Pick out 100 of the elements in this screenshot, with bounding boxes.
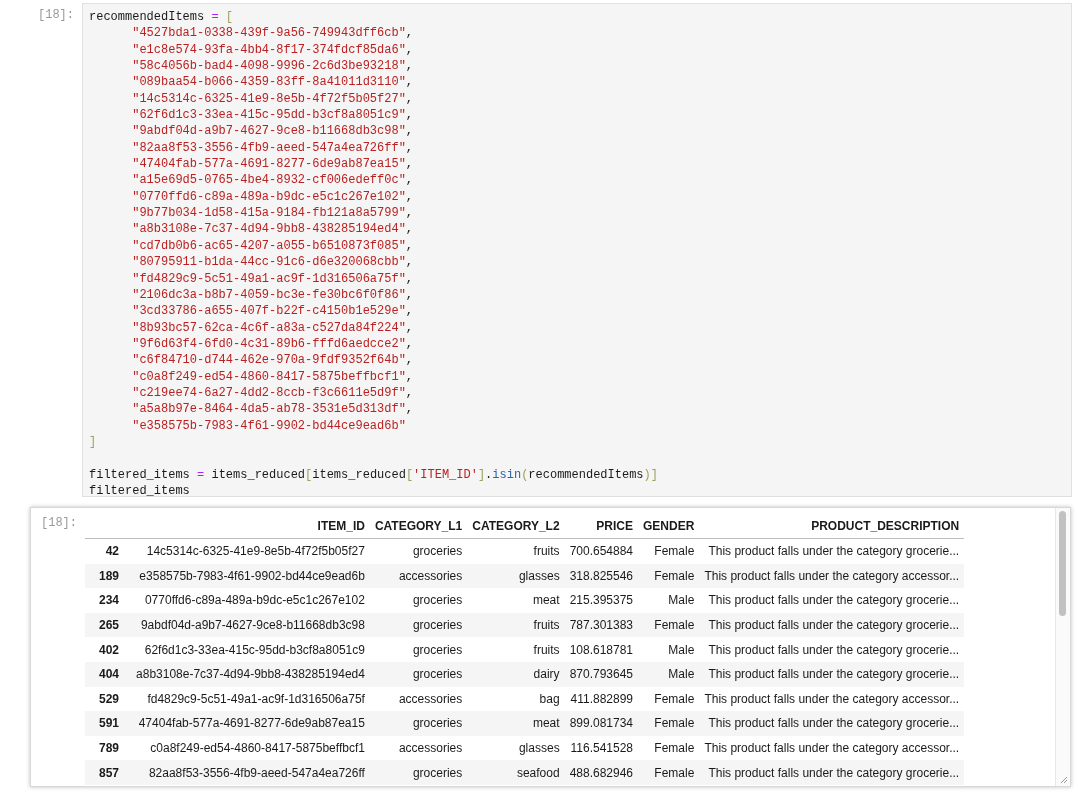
table-cell: 700.654884 <box>564 538 639 564</box>
table-cell: groceries <box>369 711 468 736</box>
table-cell: Female <box>638 760 700 785</box>
column-header: PRICE <box>564 513 639 539</box>
code-line: "9b77b034-1d58-415a-9184-fb121a8a5799", <box>131 205 414 222</box>
table-cell: glasses <box>467 735 565 761</box>
table-cell: 787.301383 <box>564 612 639 638</box>
table-cell: This product falls under the category accessor... <box>699 563 965 589</box>
table-cell: 870.793645 <box>564 661 639 687</box>
code-line: "fd4829c9-5c51-49a1-ac9f-1d316506a75f", <box>131 270 414 287</box>
code-line: filtered_items = items_reduced[items_reduced['ITEM_ID'].isin(recommendedItems)] <box>89 466 658 483</box>
code-line: "a15e69d5-0765-4be4-8932-cf006edeff0c", <box>131 172 414 189</box>
table-cell: dairy <box>467 661 565 687</box>
code-line: filtered_items <box>89 482 190 500</box>
table-cell: 116.541528 <box>564 735 639 761</box>
row-index: 789 <box>85 735 132 761</box>
row-index: 189 <box>85 563 132 589</box>
row-index: 265 <box>85 612 132 638</box>
table-cell: 82aa8f53-3556-4fb9-aeed-547a4ea726ff <box>131 760 370 785</box>
table-cell: This product falls under the category accessor... <box>699 686 965 712</box>
table-cell: groceries <box>369 612 468 638</box>
code-line: "9f6d63f4-6fd0-4c31-89b6-fffd6aedcce2", <box>131 335 414 353</box>
row-index: 529 <box>85 686 132 712</box>
row-index: 857 <box>85 760 132 785</box>
table-cell: c0a8f249-ed54-4860-8417-5875beffbcf1 <box>131 735 370 761</box>
table-cell: This product falls under the category grocerie... <box>699 760 965 785</box>
column-header: CATEGORY_L2 <box>467 513 565 539</box>
code-line: "e358575b-7983-4f61-9902-bd44ce9ead6b" <box>131 417 406 434</box>
code-line: "c6f84710-d744-462e-970a-9fdf9352f64b", <box>131 352 414 369</box>
table-cell: meat <box>467 711 565 736</box>
table-cell: bag <box>467 686 565 712</box>
table-cell: This product falls under the category grocerie... <box>699 661 965 687</box>
table-cell: fruits <box>467 538 565 564</box>
code-line: "58c4056b-bad4-4098-9996-2c6d3be93218", <box>131 58 414 75</box>
code-line: "089baa54-b066-4359-83ff-8a41011d3110", <box>131 74 414 91</box>
row-index: 402 <box>85 637 132 662</box>
code-line: "82aa8f53-3556-4fb9-aeed-547a4ea726ff", <box>131 139 414 157</box>
input-prompt: [18]: <box>38 7 75 24</box>
table-cell: e358575b-7983-4f61-9902-bd44ce9ead6b <box>131 563 370 589</box>
table-cell: Female <box>638 686 700 712</box>
code-line: "9abdf04d-a9b7-4627-9ce8-b11668db3c98", <box>131 123 414 140</box>
table-cell: 411.882899 <box>564 686 639 712</box>
table-cell: This product falls under the category accessor... <box>699 735 965 761</box>
code-line: ] <box>89 433 97 451</box>
row-index: 591 <box>85 711 132 736</box>
column-header: ITEM_ID <box>131 513 370 539</box>
row-index: 404 <box>85 661 132 687</box>
code-line: "e1c8e574-93fa-4bb4-8f17-374fdcf85da6", <box>131 41 414 59</box>
code-line: "a5a8b97e-8464-4da5-ab78-3531e5d313df", <box>131 401 414 418</box>
table-cell: Male <box>638 661 700 687</box>
table-cell: This product falls under the category grocerie... <box>699 637 965 662</box>
table-cell: meat <box>467 588 565 613</box>
table-cell: 14c5314c-6325-41e9-8e5b-4f72f5b05f27 <box>131 538 370 564</box>
code-line: "2106dc3a-b8b7-4059-bc3e-fe30bc6f0f86", <box>131 286 414 304</box>
code-line: "8b93bc57-62ca-4c6f-a83a-c527da84f224", <box>131 319 414 336</box>
code-line: recommendedItems = [ <box>89 9 234 26</box>
table-cell: This product falls under the category grocerie... <box>699 612 965 638</box>
code-line: "62f6d1c3-33ea-415c-95dd-b3cf8a8051c9", <box>131 107 414 124</box>
output-prompt: [18]: <box>40 515 78 532</box>
code-line: "4527bda1-0338-439f-9a56-749943dff6cb", <box>131 25 414 42</box>
code-editor[interactable] <box>82 3 1072 497</box>
table-cell: Female <box>638 711 700 736</box>
table-cell: 318.825546 <box>564 563 639 589</box>
table-cell: groceries <box>369 661 468 687</box>
table-cell: groceries <box>369 637 468 662</box>
table-cell: This product falls under the category grocerie... <box>699 588 965 613</box>
table-cell: a8b3108e-7c37-4d94-9bb8-438285194ed4 <box>131 661 370 687</box>
table-cell: groceries <box>369 588 468 613</box>
code-line: "3cd33786-a655-407f-b22f-c4150b1e529e", <box>131 303 414 320</box>
table-cell: 899.081734 <box>564 711 639 736</box>
table-cell: This product falls under the category grocerie... <box>699 711 965 736</box>
table-cell: 215.395375 <box>564 588 639 613</box>
table-cell: glasses <box>467 563 565 589</box>
code-line: "cd7db0b6-ac65-4207-a055-b6510873f085", <box>131 237 414 255</box>
code-line: "0770ffd6-c89a-489a-b9dc-e5c1c267e102", <box>131 188 414 206</box>
code-line: "47404fab-577a-4691-8277-6de9ab87ea15", <box>131 156 414 173</box>
table-cell: Male <box>638 588 700 613</box>
code-line: "c219ee74-6a27-4dd2-8ccb-f3c6611e5d9f", <box>131 384 414 402</box>
table-cell: accessories <box>369 735 468 761</box>
table-cell: groceries <box>369 538 468 564</box>
table-cell: 9abdf04d-a9b7-4627-9ce8-b11668db3c98 <box>131 612 370 638</box>
table-cell: groceries <box>369 760 468 785</box>
table-cell: accessories <box>369 563 468 589</box>
code-line: "14c5314c-6325-41e9-8e5b-4f72f5b05f27", <box>131 90 414 108</box>
table-cell: Female <box>638 538 700 564</box>
row-index: 42 <box>85 538 132 564</box>
scrollbar-thumb[interactable] <box>1059 511 1066 616</box>
table-cell: fruits <box>467 637 565 662</box>
table-cell: Female <box>638 612 700 638</box>
row-index: 234 <box>85 588 132 613</box>
column-header: CATEGORY_L1 <box>369 513 468 539</box>
table-cell: 108.618781 <box>564 637 639 662</box>
table-cell: fruits <box>467 612 565 638</box>
code-line: "a8b3108e-7c37-4d94-9bb8-438285194ed4", <box>131 221 414 238</box>
table-cell: Male <box>638 637 700 662</box>
table-cell: accessories <box>369 686 468 712</box>
resize-grip-icon[interactable] <box>1060 776 1068 784</box>
table-cell: Female <box>638 563 700 589</box>
table-cell: 62f6d1c3-33ea-415c-95dd-b3cf8a8051c9 <box>131 637 370 662</box>
table-cell: 488.682946 <box>564 760 639 785</box>
